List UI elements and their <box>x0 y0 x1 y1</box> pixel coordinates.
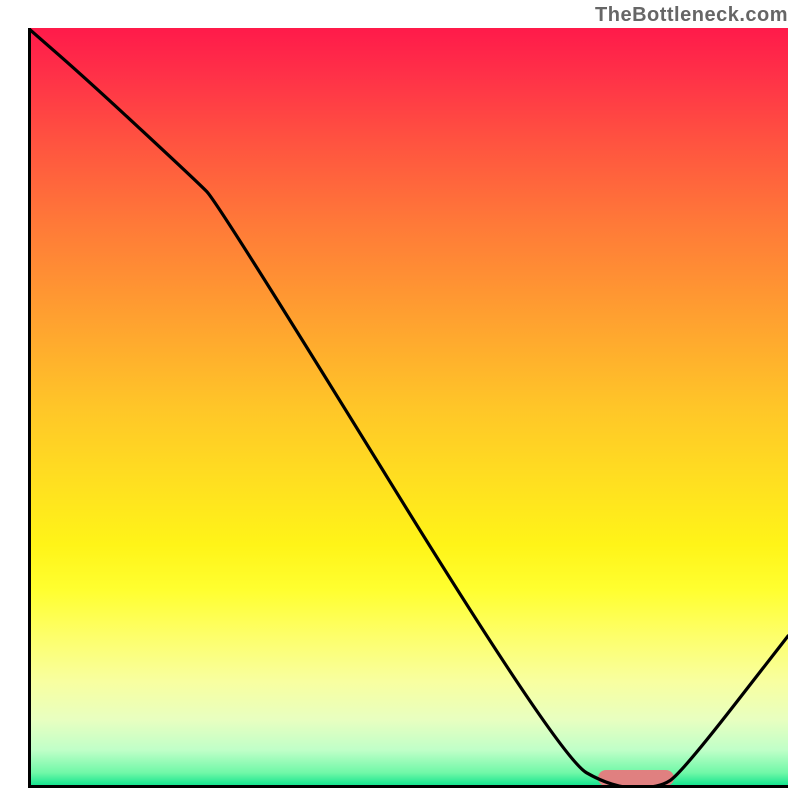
attribution-text: TheBottleneck.com <box>595 4 788 27</box>
plot-area <box>28 28 788 788</box>
chart-svg <box>28 28 788 788</box>
bottleneck-curve-line <box>28 28 788 788</box>
